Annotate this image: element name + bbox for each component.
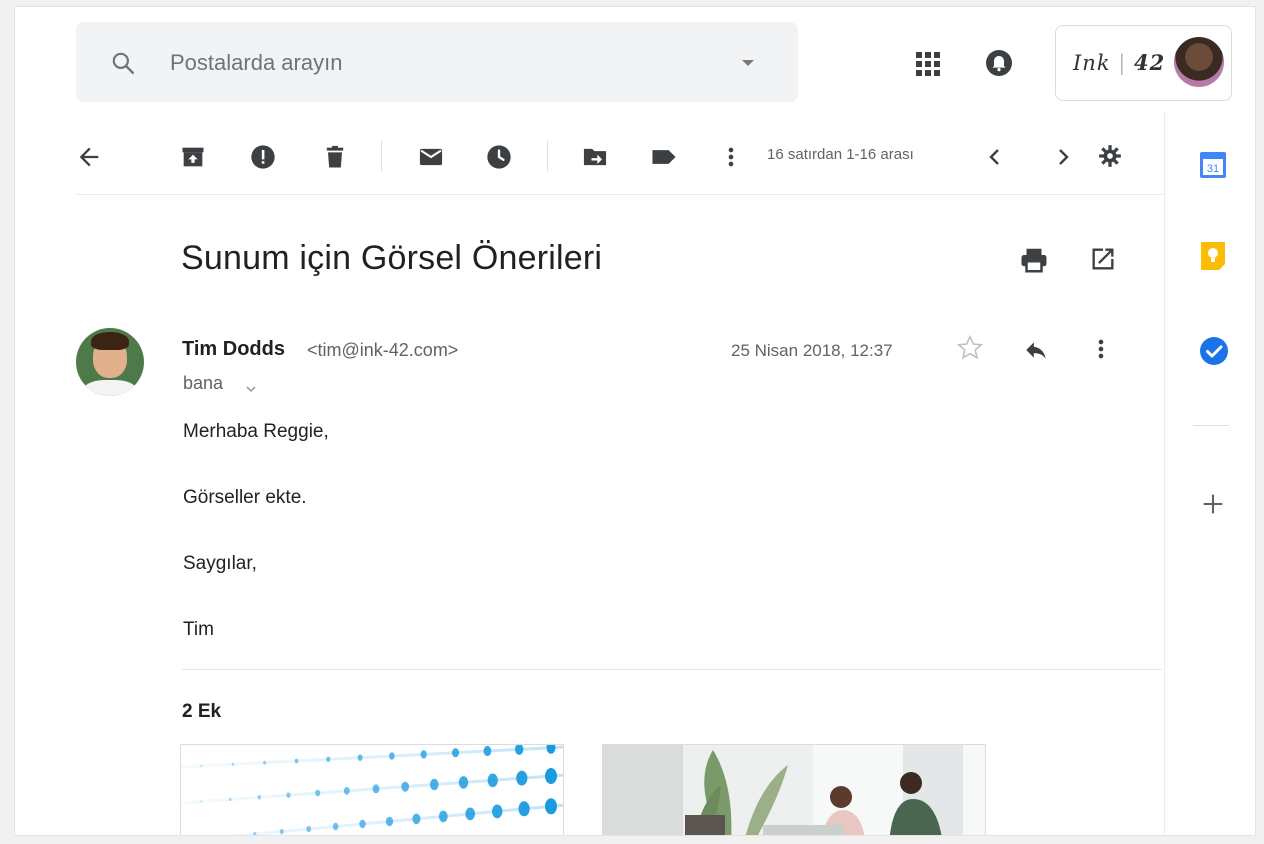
- report-spam-icon[interactable]: [249, 143, 277, 176]
- body-text: Görseller ekte.: [183, 487, 307, 508]
- blue-dot: [263, 760, 266, 765]
- recipient-label[interactable]: bana: [183, 373, 223, 394]
- star-icon[interactable]: [955, 333, 985, 368]
- blue-dot: [279, 829, 284, 835]
- blue-dot: [545, 768, 557, 784]
- archive-icon[interactable]: [179, 143, 207, 176]
- blue-dot: [372, 784, 380, 794]
- print-icon[interactable]: [1019, 245, 1049, 280]
- attachments-divider: [182, 669, 1162, 670]
- gmail-window: Postalarda arayın Ink | 42 16 satırdan 1…: [14, 6, 1256, 836]
- side-panel: 31: [1164, 112, 1255, 835]
- snooze-icon[interactable]: [485, 143, 513, 176]
- dots-image: [181, 745, 563, 836]
- blue-dot: [286, 792, 291, 798]
- blue-dot: [385, 816, 394, 827]
- blue-dot: [315, 789, 321, 797]
- blue-dot: [430, 778, 439, 791]
- blue-dot: [200, 800, 202, 803]
- label-icon[interactable]: [649, 143, 679, 176]
- mark-unread-icon[interactable]: [417, 143, 445, 176]
- apps-grid-icon[interactable]: [915, 51, 941, 82]
- prev-icon[interactable]: [983, 143, 1007, 176]
- dot-row-line: [228, 803, 563, 835]
- blue-dot: [546, 745, 556, 754]
- blue-dot: [438, 810, 448, 823]
- settings-icon[interactable]: [1097, 143, 1123, 174]
- attachment-thumbnail-office[interactable]: [602, 744, 986, 835]
- email-subject: Sunum için Görsel Önerileri: [181, 239, 603, 277]
- blue-dot: [294, 758, 299, 764]
- paging-text: 16 satırdan 1-16 arası: [767, 146, 914, 163]
- blue-dot: [359, 819, 366, 829]
- blue-dot: [487, 773, 498, 788]
- org-logo: Ink | 42: [1073, 50, 1166, 75]
- message-toolbar: 16 satırdan 1-16 arası: [75, 117, 1165, 195]
- dot-row-line: [181, 773, 563, 805]
- reply-icon[interactable]: [1021, 337, 1051, 368]
- blue-dot: [257, 795, 261, 800]
- account-switcher[interactable]: Ink | 42: [1055, 25, 1232, 101]
- rail-divider: [1193, 425, 1229, 426]
- attachments-count: 2 Ek: [182, 701, 222, 722]
- blue-dot: [452, 748, 459, 758]
- body-closing: Saygılar,: [183, 553, 257, 574]
- tasks-icon[interactable]: [1199, 336, 1229, 371]
- search-bar[interactable]: Postalarda arayın: [76, 22, 798, 102]
- more-vert-icon[interactable]: [725, 143, 737, 176]
- calendar-day-label: 31: [1207, 163, 1219, 175]
- blue-dot: [518, 801, 530, 817]
- body-signature: Tim: [183, 619, 214, 640]
- next-icon[interactable]: [1051, 143, 1075, 176]
- calendar-icon[interactable]: 31: [1199, 150, 1227, 185]
- blue-dot: [401, 781, 409, 792]
- attachment-thumbnail-dots[interactable]: [180, 744, 564, 836]
- blue-dot: [515, 745, 524, 755]
- blue-dot: [227, 835, 229, 836]
- blue-dot: [343, 787, 350, 795]
- body-greeting: Merhaba Reggie,: [183, 421, 329, 442]
- open-in-new-window-icon[interactable]: [1089, 245, 1117, 278]
- recipient-details-caret-icon[interactable]: [245, 381, 257, 399]
- toolbar-divider: [381, 141, 382, 171]
- blue-dot: [545, 798, 557, 815]
- dot-row-line: [181, 745, 563, 769]
- blue-dot: [332, 822, 339, 831]
- search-options-caret-icon[interactable]: [742, 60, 754, 66]
- notifications-icon[interactable]: [985, 49, 1013, 82]
- blue-dot: [229, 797, 232, 801]
- blue-dot: [516, 770, 528, 786]
- blue-dot: [306, 825, 312, 833]
- delete-icon[interactable]: [321, 143, 349, 176]
- keep-icon[interactable]: [1199, 240, 1227, 275]
- toolbar-divider: [547, 141, 548, 171]
- blue-dot: [465, 807, 476, 821]
- account-avatar[interactable]: [1174, 37, 1224, 87]
- move-to-icon[interactable]: [581, 143, 609, 176]
- blue-dot: [326, 756, 331, 763]
- sender-avatar[interactable]: [76, 328, 144, 396]
- add-icon[interactable]: [1199, 490, 1227, 523]
- blue-dot: [492, 804, 503, 819]
- blue-dot: [483, 745, 492, 757]
- message-date: 25 Nisan 2018, 12:37: [731, 341, 893, 360]
- blue-dot: [200, 765, 202, 767]
- back-arrow-icon[interactable]: [75, 143, 103, 176]
- blue-dot: [458, 776, 469, 789]
- message-more-icon[interactable]: [1095, 335, 1107, 368]
- search-icon[interactable]: [110, 50, 136, 81]
- search-input[interactable]: Postalarda arayın: [170, 50, 342, 76]
- blue-dot: [357, 754, 363, 761]
- blue-dot: [412, 813, 421, 825]
- blue-dot: [389, 752, 395, 760]
- sender-email: <tim@ink-42.com>: [307, 340, 459, 360]
- blue-dot: [420, 750, 427, 759]
- office-photo: [603, 745, 985, 835]
- sender-name[interactable]: Tim Dodds: [182, 338, 285, 361]
- blue-dot: [231, 762, 234, 766]
